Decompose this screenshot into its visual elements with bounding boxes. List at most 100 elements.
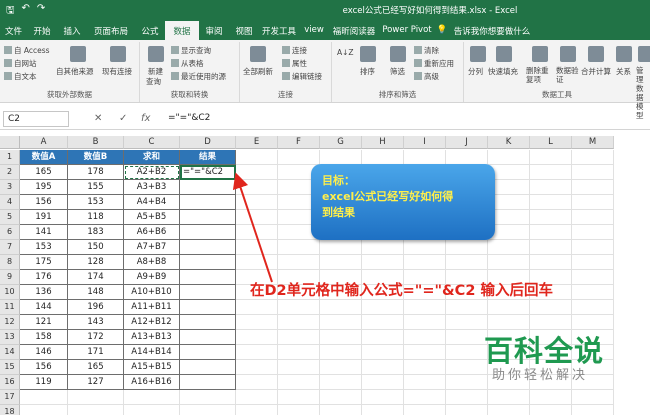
filter-icon[interactable] — [390, 46, 406, 62]
empty-cell[interactable] — [320, 150, 362, 165]
row-header-1[interactable]: 1 — [0, 150, 20, 165]
properties-button[interactable]: 属性 — [282, 58, 307, 69]
empty-cell[interactable] — [404, 255, 446, 270]
empty-cell[interactable] — [572, 225, 614, 240]
table-cell[interactable]: A8+B8 — [124, 255, 180, 270]
tab-home[interactable]: 开始 — [27, 21, 57, 40]
empty-cell[interactable] — [530, 255, 572, 270]
table-cell[interactable] — [180, 315, 236, 330]
row-header-2[interactable]: 2 — [0, 165, 20, 180]
row-header-10[interactable]: 10 — [0, 285, 20, 300]
sort-az-button[interactable]: A↓Z — [337, 48, 354, 57]
empty-cell[interactable] — [236, 405, 278, 415]
column-header-B[interactable]: B — [68, 136, 124, 149]
table-cell[interactable]: 143 — [68, 315, 124, 330]
table-header-b[interactable]: 数值B — [68, 150, 124, 165]
table-cell[interactable]: 172 — [68, 330, 124, 345]
empty-cell[interactable] — [446, 330, 488, 345]
row-header-13[interactable]: 13 — [0, 330, 20, 345]
tab-view[interactable]: view — [299, 21, 329, 40]
table-cell[interactable]: A3+B3 — [124, 180, 180, 195]
empty-cell[interactable] — [404, 405, 446, 415]
empty-cell[interactable] — [278, 390, 320, 405]
empty-cell[interactable] — [236, 255, 278, 270]
name-box[interactable]: C2 — [3, 111, 69, 127]
row-header-5[interactable]: 5 — [0, 210, 20, 225]
empty-cell[interactable] — [20, 390, 68, 405]
filter-button[interactable]: 筛选 — [390, 66, 405, 77]
empty-cell[interactable] — [488, 405, 530, 415]
empty-cell[interactable] — [236, 315, 278, 330]
reapply-button[interactable]: 重新应用 — [414, 58, 454, 69]
empty-cell[interactable] — [572, 300, 614, 315]
empty-cell[interactable] — [124, 405, 180, 415]
manage-data-model-icon[interactable] — [638, 46, 650, 62]
empty-cell[interactable] — [278, 255, 320, 270]
empty-cell[interactable] — [180, 405, 236, 415]
tab-developer[interactable]: 开发工具 — [259, 21, 299, 40]
table-cell[interactable]: 118 — [68, 210, 124, 225]
connections-button[interactable]: 连接 — [282, 45, 307, 56]
table-cell[interactable] — [180, 255, 236, 270]
empty-cell[interactable] — [530, 390, 572, 405]
empty-cell[interactable] — [572, 180, 614, 195]
table-cell[interactable]: 153 — [68, 195, 124, 210]
column-header-E[interactable]: E — [236, 136, 278, 149]
table-cell[interactable]: 183 — [68, 225, 124, 240]
from-table-button[interactable]: 从表格 — [171, 58, 204, 69]
table-cell[interactable]: 171 — [68, 345, 124, 360]
table-cell[interactable]: A12+B12 — [124, 315, 180, 330]
table-cell[interactable]: 156 — [20, 195, 68, 210]
table-cell[interactable]: A4+B4 — [124, 195, 180, 210]
table-cell[interactable] — [180, 270, 236, 285]
empty-cell[interactable] — [180, 390, 236, 405]
table-cell[interactable]: 136 — [20, 285, 68, 300]
empty-cell[interactable] — [236, 195, 278, 210]
empty-cell[interactable] — [236, 375, 278, 390]
table-cell[interactable] — [180, 345, 236, 360]
empty-cell[interactable] — [446, 375, 488, 390]
relationships-button[interactable]: 关系 — [616, 66, 631, 77]
empty-cell[interactable] — [404, 315, 446, 330]
empty-cell[interactable] — [320, 300, 362, 315]
table-cell[interactable]: 176 — [20, 270, 68, 285]
table-cell[interactable]: 158 — [20, 330, 68, 345]
sort-button[interactable]: 排序 — [360, 66, 375, 77]
empty-cell[interactable] — [278, 240, 320, 255]
existing-connections-icon[interactable] — [110, 46, 126, 62]
table-header-a[interactable]: 数值A — [20, 150, 68, 165]
empty-cell[interactable] — [572, 210, 614, 225]
formula-input[interactable]: ="="&C2 — [164, 111, 644, 127]
empty-cell[interactable] — [236, 360, 278, 375]
refresh-all-button[interactable]: 全部刷新 — [243, 66, 273, 77]
empty-cell[interactable] — [488, 255, 530, 270]
empty-cell[interactable] — [236, 390, 278, 405]
empty-cell[interactable] — [530, 405, 572, 415]
table-cell[interactable] — [180, 375, 236, 390]
tab-insert[interactable]: 插入 — [57, 21, 87, 40]
empty-cell[interactable] — [236, 225, 278, 240]
empty-cell[interactable] — [362, 240, 404, 255]
empty-cell[interactable] — [320, 345, 362, 360]
copied-cell-c2[interactable]: A2+B2 — [124, 165, 180, 180]
empty-cell[interactable] — [488, 150, 530, 165]
empty-cell[interactable] — [530, 150, 572, 165]
from-text-button[interactable]: 自文本 — [4, 71, 37, 82]
table-cell[interactable]: 127 — [68, 375, 124, 390]
empty-cell[interactable] — [236, 210, 278, 225]
empty-cell[interactable] — [124, 390, 180, 405]
undo-icon[interactable]: ↶ — [22, 3, 30, 20]
empty-cell[interactable] — [362, 375, 404, 390]
table-cell[interactable]: A6+B6 — [124, 225, 180, 240]
table-cell[interactable]: 156 — [20, 360, 68, 375]
table-cell[interactable]: A16+B16 — [124, 375, 180, 390]
empty-cell[interactable] — [68, 390, 124, 405]
table-cell[interactable]: 144 — [20, 300, 68, 315]
empty-cell[interactable] — [572, 195, 614, 210]
empty-cell[interactable] — [20, 405, 68, 415]
recent-sources-button[interactable]: 最近使用的源 — [171, 71, 226, 82]
empty-cell[interactable] — [404, 240, 446, 255]
table-cell[interactable] — [180, 195, 236, 210]
function-icon[interactable]: fx — [141, 113, 150, 124]
consolidate-icon[interactable] — [588, 46, 604, 62]
